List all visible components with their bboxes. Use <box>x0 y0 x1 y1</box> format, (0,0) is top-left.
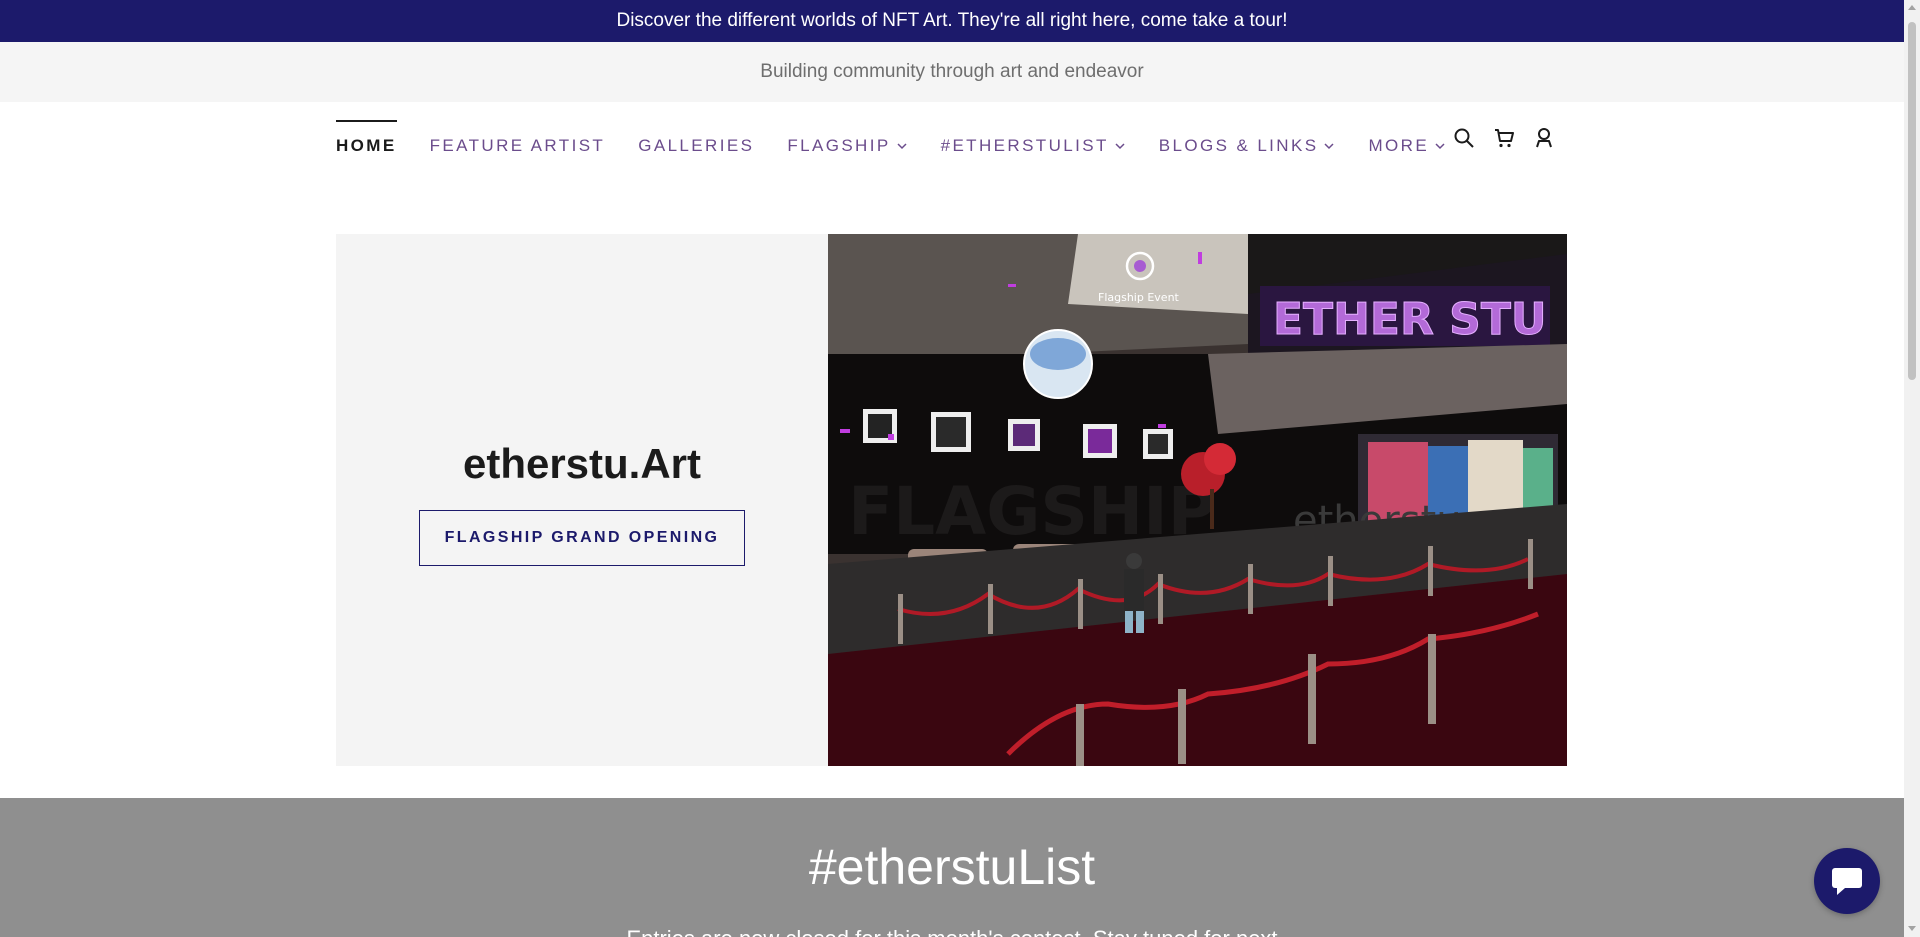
nav-item-galleries[interactable]: GALLERIES <box>638 120 754 172</box>
etherstulist-section: #etherstuList Entries are now closed for… <box>0 798 1904 937</box>
scroll-down-arrow[interactable] <box>1908 926 1916 931</box>
nav-item-label: FLAGSHIP <box>787 136 891 155</box>
account-icon[interactable] <box>1532 126 1556 150</box>
cart-icon[interactable] <box>1492 126 1516 150</box>
announcement-text[interactable]: Discover the different worlds of NFT Art… <box>616 10 1287 32</box>
chat-bubble-icon <box>1832 868 1862 895</box>
sign-text: ETHER STU <box>1273 294 1547 345</box>
chevron-down-icon <box>1324 143 1334 150</box>
nav-item-more[interactable]: MORE <box>1368 120 1446 172</box>
nav-item-etherstulist[interactable]: #ETHERSTULIST <box>941 120 1126 172</box>
announcement-bar[interactable]: Discover the different worlds of NFT Art… <box>0 0 1904 42</box>
event-label: Flagship Event <box>1098 291 1180 304</box>
nav-item-home[interactable]: HOME <box>336 120 397 172</box>
main-nav: HOME FEATURE ARTIST GALLERIES FLAGSHIP #… <box>336 120 1479 172</box>
chevron-down-icon <box>1115 143 1125 150</box>
hero-title: etherstu.Art <box>462 440 702 487</box>
chevron-down-icon <box>897 143 907 150</box>
section-subtitle: Entries are now closed for this month's … <box>0 926 1904 937</box>
section-title: #etherstuList <box>808 839 1096 895</box>
nav-item-blogs-links[interactable]: BLOGS & LINKS <box>1159 120 1336 172</box>
tagline-bar: Building community through art and endea… <box>0 42 1904 102</box>
scrollbar-thumb[interactable] <box>1908 22 1916 380</box>
chat-button[interactable] <box>1814 848 1880 914</box>
nav-item-feature-artist[interactable]: FEATURE ARTIST <box>430 120 606 172</box>
nav-item-label: #ETHERSTULIST <box>940 136 1109 155</box>
hero-image: ETHER STU etherstu FLAGSHIP Flagship Eve… <box>828 234 1567 766</box>
nav-item-label: GALLERIES <box>638 136 755 155</box>
nav-item-label: FEATURE ARTIST <box>429 136 606 155</box>
chevron-down-icon <box>1435 143 1445 150</box>
flagship-grand-opening-button[interactable]: FLAGSHIP GRAND OPENING <box>419 510 745 566</box>
nav-item-flagship[interactable]: FLAGSHIP <box>787 120 907 172</box>
nav-item-label: BLOGS & LINKS <box>1158 136 1319 155</box>
nav-icon-group <box>1452 126 1556 150</box>
nav-item-label: MORE <box>1368 136 1430 155</box>
tagline-text: Building community through art and endea… <box>760 61 1144 82</box>
scroll-up-arrow[interactable] <box>1908 5 1916 10</box>
nav-item-label: HOME <box>336 136 397 155</box>
hero-panel: etherstu.Art FLAGSHIP GRAND OPENING <box>336 234 828 766</box>
search-icon[interactable] <box>1452 126 1476 150</box>
page-scrollbar[interactable] <box>1904 0 1920 937</box>
